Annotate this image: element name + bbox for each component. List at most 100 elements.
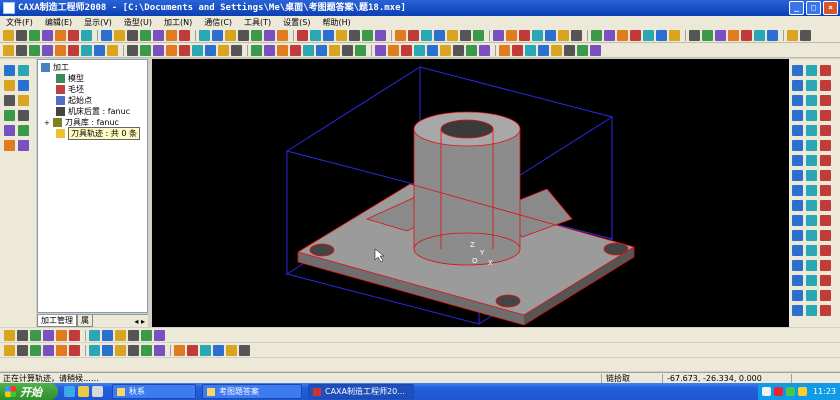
standard-tool-icon[interactable]: [3, 29, 14, 41]
standard-tool-icon[interactable]: [277, 29, 288, 41]
right-tool-icon[interactable]: [792, 125, 803, 136]
standard-tool-icon[interactable]: [689, 29, 700, 41]
left-tool-icon[interactable]: [4, 140, 15, 151]
machining-tool-icon[interactable]: [525, 44, 536, 56]
standard-tool-icon[interactable]: [375, 29, 386, 41]
machining-tool-icon[interactable]: [277, 44, 288, 56]
standard-tool-icon[interactable]: [29, 29, 40, 41]
left-tool-icon[interactable]: [18, 125, 29, 136]
machining-tool-icon[interactable]: [538, 44, 549, 56]
machining-tool-icon[interactable]: [355, 44, 366, 56]
left-tool-icon[interactable]: [4, 125, 15, 136]
left-tool-icon[interactable]: [18, 65, 29, 76]
standard-tool-icon[interactable]: [336, 29, 347, 41]
edit-tool-icon[interactable]: [17, 344, 28, 356]
edit-tool-icon[interactable]: [187, 344, 198, 356]
right-tool-icon[interactable]: [792, 185, 803, 196]
menu-communication[interactable]: 通信(C): [198, 17, 238, 28]
standard-tool-icon[interactable]: [395, 29, 406, 41]
menu-view[interactable]: 显示(V): [78, 17, 118, 28]
tree-item-post-processor[interactable]: 机床后置 : fanuc: [56, 106, 130, 117]
standard-tool-icon[interactable]: [741, 29, 752, 41]
edit-tool-icon[interactable]: [226, 344, 237, 356]
right-tool-icon[interactable]: [820, 65, 831, 76]
machining-tool-icon[interactable]: [440, 44, 451, 56]
edit-tool-icon[interactable]: [43, 344, 54, 356]
machining-tool-icon[interactable]: [107, 44, 118, 56]
edit-tool-icon[interactable]: [56, 344, 67, 356]
right-tool-icon[interactable]: [792, 140, 803, 151]
standard-tool-icon[interactable]: [447, 29, 458, 41]
tray-icon[interactable]: [761, 387, 771, 396]
machining-tool-icon[interactable]: [264, 44, 275, 56]
machining-tool-icon[interactable]: [466, 44, 477, 56]
left-tool-icon[interactable]: [18, 110, 29, 121]
curve-tool-icon[interactable]: [17, 329, 28, 341]
machining-tool-icon[interactable]: [342, 44, 353, 56]
standard-tool-icon[interactable]: [787, 29, 798, 41]
tray-icon[interactable]: [773, 387, 783, 396]
right-tool-icon[interactable]: [806, 170, 817, 181]
right-tool-icon[interactable]: [820, 245, 831, 256]
taskbar-button-caxa[interactable]: CAXA制造工程师20...: [308, 384, 414, 399]
standard-tool-icon[interactable]: [55, 29, 66, 41]
start-button[interactable]: 开始: [0, 383, 58, 400]
machining-tool-icon[interactable]: [316, 44, 327, 56]
machining-tool-icon[interactable]: [499, 44, 510, 56]
standard-tool-icon[interactable]: [362, 29, 373, 41]
right-tool-icon[interactable]: [792, 260, 803, 271]
standard-tool-icon[interactable]: [617, 29, 628, 41]
curve-tool-icon[interactable]: [30, 329, 41, 341]
standard-tool-icon[interactable]: [81, 29, 92, 41]
machining-tool-icon[interactable]: [375, 44, 386, 56]
menu-settings[interactable]: 设置(S): [277, 17, 316, 28]
menu-file[interactable]: 文件(F): [0, 17, 39, 28]
menu-edit[interactable]: 编辑(E): [39, 17, 78, 28]
machining-tool-icon[interactable]: [81, 44, 92, 56]
standard-tool-icon[interactable]: [545, 29, 556, 41]
standard-tool-icon[interactable]: [199, 29, 210, 41]
right-tool-icon[interactable]: [820, 140, 831, 151]
edit-tool-icon[interactable]: [154, 344, 165, 356]
left-tool-icon[interactable]: [4, 65, 15, 76]
left-tool-icon[interactable]: [4, 110, 15, 121]
edit-tool-icon[interactable]: [4, 344, 15, 356]
standard-tool-icon[interactable]: [310, 29, 321, 41]
standard-tool-icon[interactable]: [297, 29, 308, 41]
tab-properties[interactable]: 属: [77, 315, 93, 327]
right-tool-icon[interactable]: [806, 290, 817, 301]
tree-item-blank[interactable]: 毛坯: [56, 84, 84, 95]
standard-tool-icon[interactable]: [604, 29, 615, 41]
tab-scroll-arrows[interactable]: ◂ ▸: [134, 317, 148, 326]
machining-tool-icon[interactable]: [29, 44, 40, 56]
right-tool-icon[interactable]: [792, 215, 803, 226]
standard-tool-icon[interactable]: [434, 29, 445, 41]
edit-tool-icon[interactable]: [69, 344, 80, 356]
edit-tool-icon[interactable]: [102, 344, 113, 356]
standard-tool-icon[interactable]: [114, 29, 125, 41]
right-tool-icon[interactable]: [820, 200, 831, 211]
machining-tool-icon[interactable]: [577, 44, 588, 56]
machining-tool-icon[interactable]: [401, 44, 412, 56]
right-tool-icon[interactable]: [820, 305, 831, 316]
standard-tool-icon[interactable]: [238, 29, 249, 41]
right-tool-icon[interactable]: [806, 65, 817, 76]
curve-tool-icon[interactable]: [128, 329, 139, 341]
curve-tool-icon[interactable]: [102, 329, 113, 341]
curve-tool-icon[interactable]: [69, 329, 80, 341]
curve-tool-icon[interactable]: [43, 329, 54, 341]
standard-tool-icon[interactable]: [166, 29, 177, 41]
right-tool-icon[interactable]: [806, 215, 817, 226]
machining-tool-icon[interactable]: [512, 44, 523, 56]
standard-tool-icon[interactable]: [264, 29, 275, 41]
expand-icon[interactable]: +: [44, 119, 50, 127]
machining-tool-icon[interactable]: [231, 44, 242, 56]
standard-tool-icon[interactable]: [349, 29, 360, 41]
standard-tool-icon[interactable]: [153, 29, 164, 41]
curve-tool-icon[interactable]: [154, 329, 165, 341]
machining-tool-icon[interactable]: [590, 44, 601, 56]
tray-icon[interactable]: [785, 387, 795, 396]
standard-tool-icon[interactable]: [571, 29, 582, 41]
close-button[interactable]: ×: [823, 1, 838, 15]
right-tool-icon[interactable]: [806, 305, 817, 316]
